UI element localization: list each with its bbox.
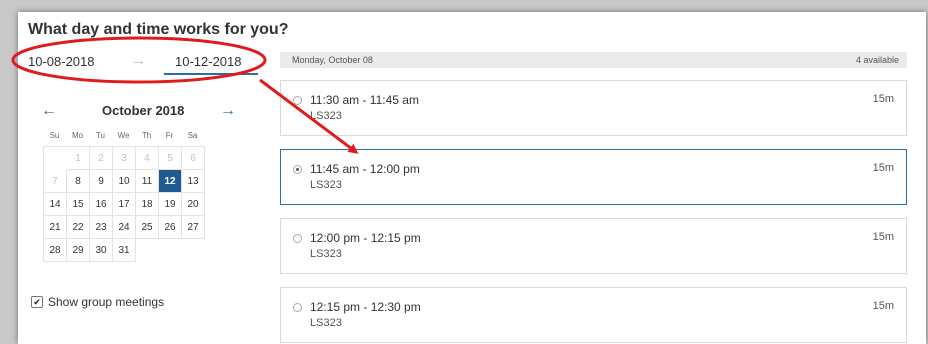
- show-group-meetings-toggle[interactable]: ✔ Show group meetings: [31, 295, 164, 309]
- range-start-date[interactable]: 10-08-2018: [28, 54, 95, 69]
- range-end-date[interactable]: 10-12-2018: [175, 54, 242, 69]
- weekday-label: Th: [141, 131, 152, 140]
- weekday-label: Mo: [71, 131, 84, 140]
- calendar-month-title: October 2018: [102, 103, 185, 118]
- slot-radio[interactable]: [293, 96, 302, 105]
- slot-time: 12:15 pm - 12:30 pm: [310, 300, 421, 314]
- calendar-day[interactable]: 22: [67, 216, 90, 239]
- calendar-day[interactable]: 16: [90, 193, 113, 216]
- calendar-day: 6: [182, 147, 205, 170]
- calendar-day[interactable]: 12: [159, 170, 182, 193]
- slot-radio[interactable]: [293, 234, 302, 243]
- time-slot-card[interactable]: 12:15 pm - 12:30 pm LS323 15m: [280, 287, 907, 343]
- weekday-label: We: [117, 131, 130, 140]
- calendar-day[interactable]: 13: [182, 170, 205, 193]
- active-date-underline: [164, 73, 258, 75]
- calendar-day[interactable]: 26: [159, 216, 182, 239]
- calendar-day[interactable]: 30: [90, 239, 113, 262]
- calendar-day[interactable]: 9: [90, 170, 113, 193]
- slot-time: 12:00 pm - 12:15 pm: [310, 231, 421, 245]
- calendar-day: 5: [159, 147, 182, 170]
- calendar-day[interactable]: 21: [44, 216, 67, 239]
- weekday-label: Sa: [187, 131, 198, 140]
- calendar-day: 1: [67, 147, 90, 170]
- prev-month-arrow-icon[interactable]: ←: [41, 102, 57, 120]
- slot-radio[interactable]: [293, 303, 302, 312]
- group-meetings-label: Show group meetings: [48, 295, 165, 309]
- slot-time: 11:45 am - 12:00 pm: [310, 162, 420, 176]
- available-count: 4 available: [855, 55, 899, 65]
- weekday-label: Tu: [95, 131, 106, 140]
- slot-duration: 15m: [872, 162, 894, 174]
- day-header-date: Monday, October 08: [292, 55, 373, 65]
- next-month-arrow-icon[interactable]: →: [220, 102, 236, 120]
- weekday-label: Fr: [165, 131, 174, 140]
- slot-time: 11:30 am - 11:45 am: [310, 93, 419, 107]
- calendar-day[interactable]: 19: [159, 193, 182, 216]
- calendar-day[interactable]: 28: [44, 239, 67, 262]
- weekday-label: Su: [49, 131, 60, 140]
- calendar-day[interactable]: 20: [182, 193, 205, 216]
- range-arrow-icon: →: [131, 52, 146, 69]
- calendar-weekday-row: Su Mo Tu We Th Fr Sa: [43, 131, 204, 140]
- page-title: What day and time works for you?: [28, 21, 289, 38]
- time-slot-card[interactable]: 11:30 am - 11:45 am LS323 15m: [280, 80, 907, 136]
- slot-radio[interactable]: [293, 165, 302, 174]
- time-slot-card[interactable]: 11:45 am - 12:00 pm LS323 15m: [280, 149, 907, 205]
- calendar-day[interactable]: 14: [44, 193, 67, 216]
- calendar-day[interactable]: 17: [113, 193, 136, 216]
- calendar-day[interactable]: 18: [136, 193, 159, 216]
- scheduler-panel: What day and time works for you? 10-08-2…: [18, 12, 926, 344]
- calendar-day: 7: [44, 170, 67, 193]
- calendar-day[interactable]: 24: [113, 216, 136, 239]
- day-header: Monday, October 08 4 available: [280, 52, 907, 68]
- slot-room: LS323: [310, 317, 342, 329]
- calendar-day[interactable]: 15: [67, 193, 90, 216]
- calendar-day[interactable]: 11: [136, 170, 159, 193]
- calendar-day: 3: [113, 147, 136, 170]
- slot-room: LS323: [310, 248, 342, 260]
- calendar-day[interactable]: 25: [136, 216, 159, 239]
- slot-duration: 15m: [872, 93, 894, 105]
- group-meetings-checkbox[interactable]: ✔: [31, 296, 43, 308]
- slot-duration: 15m: [872, 300, 894, 312]
- slot-room: LS323: [310, 110, 342, 122]
- slot-duration: 15m: [872, 231, 894, 243]
- calendar-day: 2: [90, 147, 113, 170]
- calendar-day[interactable]: 23: [90, 216, 113, 239]
- time-slot-card[interactable]: 12:00 pm - 12:15 pm LS323 15m: [280, 218, 907, 274]
- slot-room: LS323: [310, 179, 342, 191]
- calendar-day[interactable]: 31: [113, 239, 136, 262]
- calendar-day[interactable]: 27: [182, 216, 205, 239]
- calendar-grid: 1 2 3 4 5 6 7 8 9 10 11 12 13 14 15 16 17 18 19 20 21 22 23 24 2…: [43, 146, 205, 262]
- calendar-day: 4: [136, 147, 159, 170]
- calendar-empty-cell: [44, 147, 67, 170]
- calendar-day[interactable]: 29: [67, 239, 90, 262]
- calendar-day[interactable]: 10: [113, 170, 136, 193]
- calendar-day[interactable]: 8: [67, 170, 90, 193]
